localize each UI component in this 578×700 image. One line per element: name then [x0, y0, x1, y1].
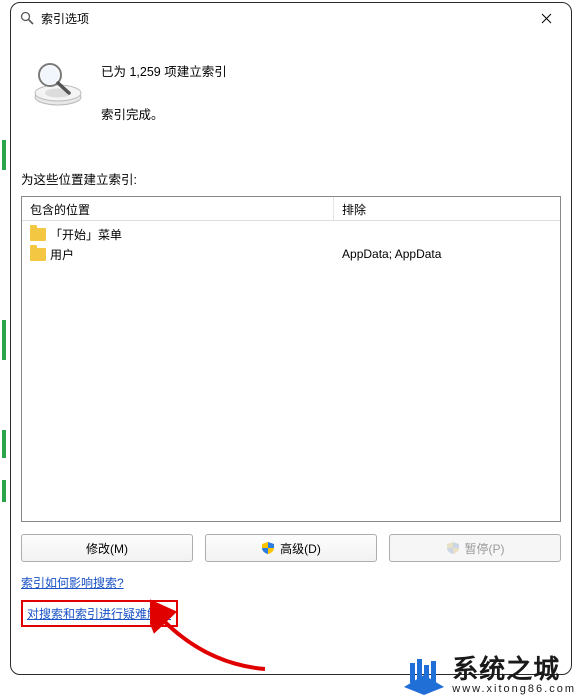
drive-search-icon [29, 55, 87, 113]
folder-icon [30, 248, 46, 261]
how-affect-search-link[interactable]: 索引如何影响搜索? [21, 574, 124, 591]
watermark-url: www.xitong86.com [452, 684, 576, 695]
watermark: 系统之城 www.xitong86.com [402, 655, 578, 695]
row-include-text: 「开始」菜单 [50, 226, 122, 243]
indexing-status-text: 索引完成。 [101, 104, 227, 123]
titlebar: 索引选项 [11, 3, 571, 33]
watermark-logo-icon [402, 655, 446, 695]
list-header: 包含的位置 排除 [22, 197, 560, 221]
uac-shield-icon [261, 541, 275, 555]
indexing-options-window: 索引选项 已为 1,259 项建立索引 索引完成。 为这 [10, 2, 572, 675]
row-include-text: 用户 [50, 246, 74, 263]
indexed-locations-list[interactable]: 包含的位置 排除 「开始」菜单 用户 AppData; AppData [21, 196, 561, 522]
list-item[interactable]: 「开始」菜单 [22, 224, 560, 244]
header-include[interactable]: 包含的位置 [22, 197, 334, 220]
close-button[interactable] [529, 7, 563, 29]
indexed-count-text: 已为 1,259 项建立索引 [101, 61, 227, 80]
background-accent-strip [0, 0, 8, 699]
highlight-box: 对搜索和索引进行疑难解答 [21, 600, 178, 627]
close-icon [541, 13, 552, 24]
advanced-button[interactable]: 高级(D) [205, 534, 377, 562]
uac-shield-icon [446, 541, 460, 555]
search-app-icon [19, 10, 35, 26]
header-exclude[interactable]: 排除 [334, 197, 560, 220]
troubleshoot-link[interactable]: 对搜索和索引进行疑难解答 [27, 605, 171, 622]
locations-label: 为这些位置建立索引: [21, 169, 561, 188]
pause-button: 暂停(P) [389, 534, 561, 562]
row-exclude-text: AppData; AppData [334, 247, 560, 261]
folder-icon [30, 228, 46, 241]
window-title: 索引选项 [41, 10, 89, 27]
watermark-title: 系统之城 [452, 656, 576, 682]
modify-button[interactable]: 修改(M) [21, 534, 193, 562]
list-item[interactable]: 用户 AppData; AppData [22, 244, 560, 264]
